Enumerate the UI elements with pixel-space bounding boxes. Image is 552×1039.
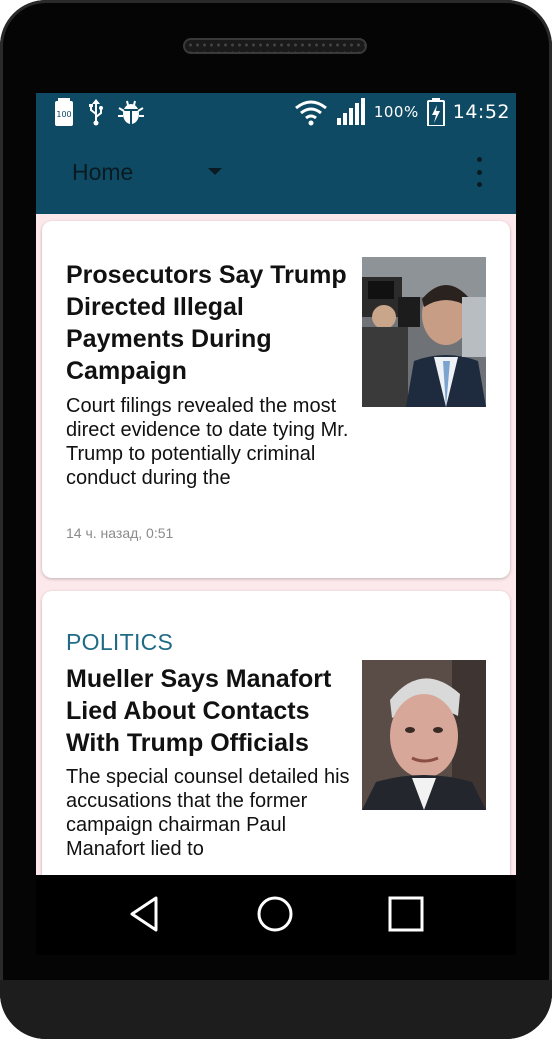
battery-charging-icon <box>426 98 445 126</box>
article-summary: Court filings revealed the most direct e… <box>66 395 349 489</box>
wifi-icon <box>294 100 327 126</box>
dropdown-arrow-icon <box>208 168 222 175</box>
phone-frame: 100 100% 14:52 Home Prosecutors Say Trum… <box>0 0 552 1039</box>
article-summary: The special counsel detailed his accusat… <box>66 766 350 860</box>
article-headline: Mueller Says Manafort Lied About Contact… <box>66 665 332 757</box>
clock: 14:52 <box>452 101 510 123</box>
phone-chin <box>0 980 552 1039</box>
spinner-label: Home <box>72 159 134 185</box>
screen: 100 100% 14:52 Home Prosecutors Say Trum… <box>36 93 516 875</box>
article-thumbnail <box>362 257 486 407</box>
article-timestamp: 14 ч. назад, 0:51 <box>66 525 174 541</box>
status-bar: 100 100% 14:52 <box>36 93 516 131</box>
battery-percent: 100% <box>373 103 419 121</box>
back-icon[interactable] <box>124 893 166 935</box>
signal-icon <box>336 98 365 125</box>
article-card[interactable]: POLITICS Mueller Says Manafort Lied Abou… <box>42 591 510 875</box>
speaker-grille <box>183 38 367 54</box>
home-icon[interactable] <box>254 893 296 935</box>
debug-bug-icon <box>118 100 144 124</box>
svg-text:100: 100 <box>56 110 71 119</box>
app-toolbar: Home <box>36 131 516 214</box>
navigation-bar <box>36 875 516 955</box>
usb-icon <box>89 99 103 126</box>
article-section-label: POLITICS <box>66 629 174 655</box>
article-headline: Prosecutors Say Trump Directed Illegal P… <box>66 261 347 385</box>
article-card[interactable]: Prosecutors Say Trump Directed Illegal P… <box>42 221 510 578</box>
overflow-menu-icon[interactable] <box>473 157 485 187</box>
recents-icon[interactable] <box>385 893 427 935</box>
article-thumbnail <box>362 660 486 810</box>
battery-100-icon: 100 <box>55 98 73 126</box>
